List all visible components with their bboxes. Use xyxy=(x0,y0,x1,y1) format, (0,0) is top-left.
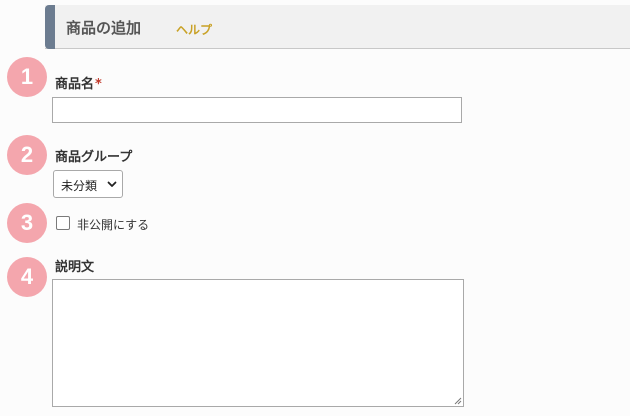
private-checkbox[interactable] xyxy=(56,216,70,230)
page-header: 商品の追加 ヘルプ xyxy=(45,5,630,49)
product-name-label-text: 商品名 xyxy=(55,77,95,92)
help-link[interactable]: ヘルプ xyxy=(176,21,212,38)
product-group-selected-value: 未分類 xyxy=(61,179,98,193)
step-badge-2: 2 xyxy=(7,135,47,175)
product-group-label: 商品グループ xyxy=(55,150,133,165)
product-name-input[interactable] xyxy=(52,97,462,123)
product-group-select[interactable]: 未分類 xyxy=(53,170,123,198)
resize-handle-icon[interactable] xyxy=(452,395,462,405)
header-accent-bar xyxy=(45,5,55,49)
step-badge-1: 1 xyxy=(7,57,47,97)
page-title: 商品の追加 xyxy=(66,19,142,37)
product-name-label: 商品名* xyxy=(55,73,102,92)
private-checkbox-label[interactable]: 非公開にする xyxy=(77,216,149,233)
required-mark: * xyxy=(95,77,102,92)
chevron-down-icon xyxy=(107,181,117,187)
description-label: 説明文 xyxy=(55,260,95,275)
description-textarea[interactable] xyxy=(52,279,464,407)
step-badge-4: 4 xyxy=(7,257,47,297)
step-badge-3: 3 xyxy=(7,203,47,243)
